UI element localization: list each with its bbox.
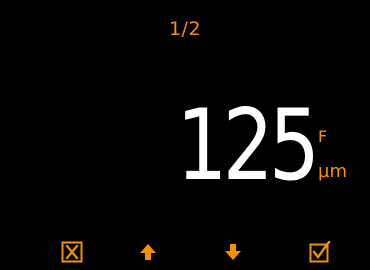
arrow-up-icon: [140, 244, 156, 260]
checkbox-check-icon: [309, 241, 331, 263]
arrow-down-icon: [225, 244, 241, 260]
confirm-button[interactable]: [308, 240, 332, 264]
probe-type-label: F: [318, 127, 328, 146]
close-icon: [61, 241, 83, 263]
page-indicator: 1/2: [168, 18, 202, 40]
unit-label: µm: [318, 161, 347, 182]
cancel-button[interactable]: [60, 240, 84, 264]
measurement-value: 125: [176, 89, 320, 203]
up-button[interactable]: [136, 240, 160, 264]
down-button[interactable]: [221, 240, 245, 264]
